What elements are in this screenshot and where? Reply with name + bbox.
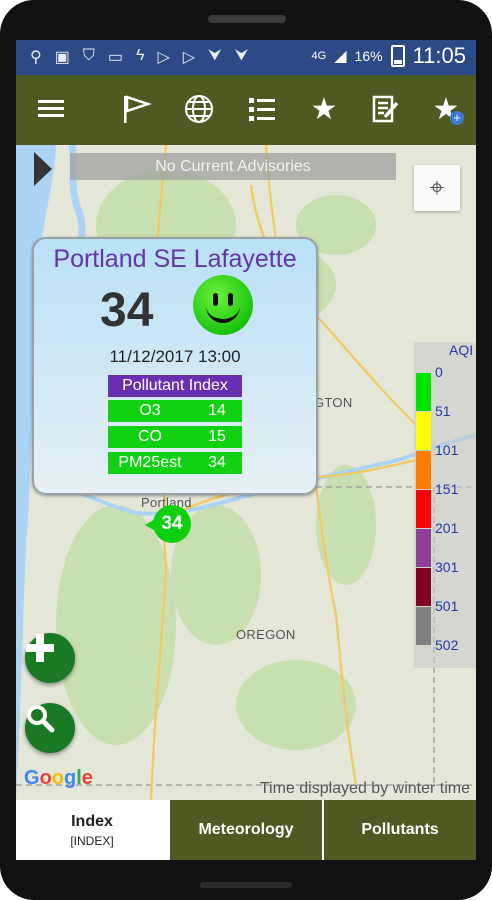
- battery-percent: 16%: [354, 48, 383, 64]
- tab-label: Meteorology: [198, 821, 294, 838]
- legend-label: 501: [435, 598, 459, 614]
- plus-icon: [26, 634, 54, 662]
- play-store-icon-2: ▷: [182, 49, 196, 66]
- legend-swatch: [416, 373, 431, 411]
- legend-label: 101: [435, 442, 459, 458]
- advisory-banner[interactable]: No Current Advisories: [70, 153, 396, 180]
- pollutant-value: 15: [208, 428, 226, 445]
- smiley-good-icon: [193, 275, 253, 335]
- add-station-button[interactable]: [25, 633, 75, 683]
- clock: 11:05: [412, 43, 466, 68]
- legend-label: 0: [435, 364, 443, 380]
- pollutant-name: PM25est: [118, 454, 182, 471]
- observation-datetime: 11/12/2017 13:00: [109, 347, 241, 366]
- my-location-button[interactable]: ⌖: [414, 165, 460, 211]
- shield-icon: ⛉: [82, 47, 95, 64]
- phone-frame: ⚲ ▣ ⛉ ▭ ϟ ▷ ▷ ⮟ ⮟ 4G ◢ 16% 11:05 ★ ★ + N…: [0, 0, 492, 900]
- legend-swatch: [416, 529, 431, 567]
- legend-swatch: [416, 412, 431, 450]
- legend-label: 201: [435, 520, 459, 536]
- legend-swatch: [416, 451, 431, 489]
- signal-icon: ◢: [334, 48, 347, 65]
- edit-note-icon[interactable]: [366, 89, 406, 129]
- pollutant-table: Pollutant Index O3 14 CO 15 PM25est 34: [108, 375, 242, 478]
- tab-label: Index: [71, 812, 113, 830]
- advisory-toggle-arrow[interactable]: [34, 152, 52, 186]
- legend-swatch: [416, 490, 431, 528]
- map-label-state-north: GTON: [314, 395, 353, 410]
- pollutant-name: CO: [138, 428, 162, 445]
- add-favorite-icon[interactable]: ★ +: [426, 89, 466, 129]
- status-bar: ⚲ ▣ ⛉ ▭ ϟ ▷ ▷ ⮟ ⮟ 4G ◢ 16% 11:05: [16, 40, 476, 75]
- pollutant-row: PM25est 34: [108, 452, 242, 474]
- list-icon[interactable]: [242, 89, 282, 129]
- time-note: Time displayed by winter time: [259, 780, 470, 797]
- legend-swatch: [416, 568, 431, 606]
- battery-icon: [390, 45, 405, 67]
- google-logo: Google: [24, 767, 93, 789]
- usb-icon: ⚲: [30, 49, 42, 66]
- phone-bottom-bar: [200, 882, 292, 888]
- network-type: 4G: [311, 50, 327, 62]
- legend-label: 301: [435, 559, 459, 575]
- tab-sublabel: [INDEX]: [70, 833, 114, 848]
- download-icon-2: ⮟: [234, 47, 249, 64]
- bottom-tabs: Index [INDEX] Meteorology Pollutants: [16, 800, 476, 860]
- status-right: 4G ◢ 16% 11:05: [312, 43, 466, 69]
- search-button[interactable]: [25, 703, 75, 753]
- pollutant-table-header: Pollutant Index: [108, 375, 242, 397]
- download-icon: ⮟: [208, 47, 222, 64]
- tab-pollutants[interactable]: Pollutants: [322, 800, 476, 860]
- pollutant-value: 14: [208, 402, 226, 419]
- tab-index[interactable]: Index [INDEX]: [16, 800, 168, 860]
- tab-label: Pollutants: [361, 821, 439, 838]
- app-notification-icon: ▣: [54, 49, 70, 66]
- radio-icon: ▭: [107, 49, 123, 66]
- app-screen: ⚲ ▣ ⛉ ▭ ϟ ▷ ▷ ⮟ ⮟ 4G ◢ 16% 11:05 ★ ★ + N…: [16, 40, 476, 860]
- station-marker[interactable]: 34: [153, 505, 191, 543]
- legend-label: 151: [435, 481, 459, 497]
- phone-speaker: [208, 15, 286, 23]
- play-store-icon: ▷: [157, 49, 170, 66]
- legend-swatch: [416, 607, 431, 645]
- legend-label: 502: [435, 637, 459, 653]
- map-view[interactable]: No Current Advisories ⌖ GTON Portland OR…: [16, 145, 476, 800]
- map-label-oregon: OREGON: [236, 627, 296, 642]
- crosshair-icon: ⌖: [429, 172, 445, 202]
- legend-title: AQI: [449, 342, 474, 358]
- notification-icons: ⚲ ▣ ⛉ ▭ ϟ ▷ ▷ ⮟ ⮟: [30, 47, 248, 67]
- flag-icon[interactable]: [116, 89, 156, 129]
- legend-label: 51: [435, 403, 451, 419]
- aqi-value: 34: [100, 284, 154, 337]
- pollutant-row: O3 14: [108, 400, 242, 422]
- pollutant-row: CO 15: [108, 426, 242, 448]
- search-icon: [27, 705, 55, 733]
- star-icon[interactable]: ★: [304, 89, 344, 129]
- menu-icon[interactable]: [32, 89, 72, 129]
- app-toolbar: ★ ★ +: [16, 75, 476, 145]
- station-info-window[interactable]: Portland SE Lafayette 34 11/12/2017 13:0…: [32, 237, 318, 495]
- bolt-icon: ϟ: [135, 47, 145, 64]
- pollutant-name: O3: [139, 402, 161, 419]
- aqi-legend: AQI 0 51 101 151 201 301 501 502: [414, 342, 476, 668]
- tab-meteorology[interactable]: Meteorology: [168, 800, 322, 860]
- pollutant-value: 34: [208, 454, 226, 471]
- station-name: Portland SE Lafayette: [53, 245, 297, 273]
- globe-icon[interactable]: [179, 89, 219, 129]
